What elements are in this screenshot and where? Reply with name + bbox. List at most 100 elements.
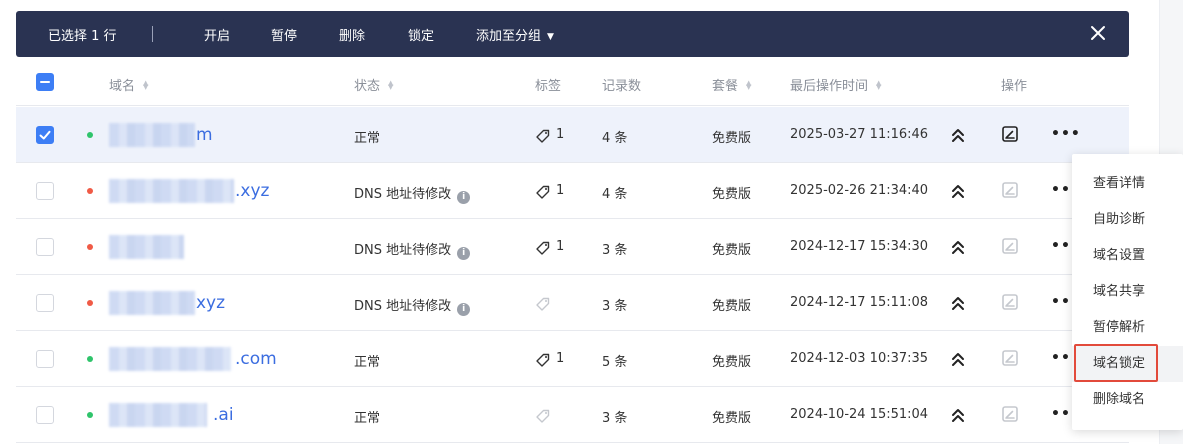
menu-item-pause-resolution[interactable]: 暂停解析 [1072, 310, 1183, 346]
domain-name-redacted[interactable] [109, 235, 184, 259]
more-icon[interactable]: ••• [1051, 125, 1080, 143]
header-status[interactable]: 状态 ▲ ▼ [354, 75, 393, 94]
edit-icon[interactable] [1001, 349, 1019, 367]
tag-icon[interactable] [535, 408, 551, 428]
info-icon[interactable]: i [457, 247, 471, 260]
table-row[interactable]: .com 正常 1 5 条 免费版 2024-12-03 10:37:35 ••• [16, 331, 1129, 387]
chevrons-up-icon[interactable] [950, 294, 966, 312]
record-count: 4 条 [602, 131, 628, 146]
tag-icon[interactable] [535, 296, 551, 316]
last-op-time: 2025-02-26 21:34:40 [790, 183, 929, 198]
table-header: 域名 ▲ ▼ 状态 ▲ ▼ 标签 记录数 套餐 ▲ ▼ 最后操作时间 ▲ ▼ 操作 [16, 58, 1129, 106]
last-op-time: 2025-03-27 11:16:46 [790, 127, 929, 142]
domain-name-redacted[interactable] [109, 123, 195, 147]
record-count: 3 条 [602, 299, 628, 314]
status-text: 正常 [354, 411, 381, 426]
sort-icon: ▲ ▼ [388, 79, 394, 91]
domain-name-redacted[interactable] [109, 291, 195, 315]
table-row[interactable]: DNS 地址待修改 i 1 3 条 免费版 2024-12-17 15:34:30 ••• [16, 219, 1129, 275]
domain-name-redacted[interactable] [109, 403, 207, 427]
header-tags: 标签 [535, 79, 562, 94]
edit-icon[interactable] [1001, 237, 1019, 255]
pause-button[interactable]: 暂停 [271, 25, 297, 44]
last-op-time: 2024-12-17 15:11:08 [790, 295, 929, 310]
status-cell: DNS 地址待修改 i [354, 183, 471, 204]
menu-item-domain-share[interactable]: 域名共享 [1072, 274, 1183, 310]
tag-icon[interactable] [535, 128, 551, 148]
more-icon[interactable]: ••• [1051, 405, 1080, 423]
delete-button[interactable]: 删除 [339, 25, 365, 44]
row-checkbox[interactable] [36, 406, 54, 424]
add-to-group-dropdown[interactable]: 添加至分组 ▼ [476, 25, 554, 44]
domain-suffix[interactable]: .xyz [235, 181, 269, 201]
tag-icon[interactable] [535, 352, 551, 372]
status-dot [87, 300, 93, 306]
more-icon[interactable]: ••• [1051, 181, 1080, 199]
more-icon[interactable]: ••• [1051, 349, 1080, 367]
domain-suffix[interactable]: m [196, 125, 213, 145]
edit-icon[interactable] [1001, 125, 1019, 143]
header-plan[interactable]: 套餐 ▲ ▼ [712, 75, 751, 94]
enable-button[interactable]: 开启 [204, 25, 230, 44]
last-op-time: 2024-12-17 15:34:30 [790, 239, 929, 254]
record-count: 5 条 [602, 355, 628, 370]
domain-name-redacted[interactable] [109, 347, 231, 371]
menu-item-domain-lock[interactable]: 域名锁定 [1072, 346, 1183, 382]
plan-cell: 免费版 [712, 243, 752, 258]
table-row[interactable]: m 正常 1 4 条 免费版 2025-03-27 11:16:46 ••• [16, 107, 1129, 163]
more-icon[interactable]: ••• [1051, 237, 1080, 255]
status-dot [87, 356, 93, 362]
edit-icon[interactable] [1001, 181, 1019, 199]
select-all-checkbox[interactable] [36, 73, 54, 91]
menu-item-self-diagnosis[interactable]: 自助诊断 [1072, 202, 1183, 238]
header-actions: 操作 [1001, 79, 1028, 94]
plan-cell: 免费版 [712, 187, 752, 202]
info-icon[interactable]: i [457, 191, 471, 204]
tag-count: 1 [556, 351, 565, 366]
last-op-time: 2024-12-03 10:37:35 [790, 351, 929, 366]
tag-icon[interactable] [535, 240, 551, 260]
table-row[interactable]: .xyz DNS 地址待修改 i 1 4 条 免费版 2025-02-26 21:34:40… [16, 163, 1129, 219]
chevrons-up-icon[interactable] [950, 238, 966, 256]
tag-icon[interactable] [535, 184, 551, 204]
domain-suffix[interactable]: .ai [213, 405, 234, 425]
menu-item-domain-settings[interactable]: 域名设置 [1072, 238, 1183, 274]
row-checkbox[interactable] [36, 294, 54, 312]
more-icon[interactable]: ••• [1051, 293, 1080, 311]
lock-button[interactable]: 锁定 [408, 25, 434, 44]
status-dot [87, 132, 93, 138]
info-icon[interactable]: i [457, 303, 471, 316]
menu-item-view-details[interactable]: 查看详情 [1072, 166, 1183, 202]
chevrons-up-icon[interactable] [950, 182, 966, 200]
chevrons-up-icon[interactable] [950, 406, 966, 424]
table-row[interactable]: xyz DNS 地址待修改 i 3 条 免费版 2024-12-17 15:11:08 ••… [16, 275, 1129, 331]
edit-icon[interactable] [1001, 293, 1019, 311]
add-to-group-label: 添加至分组 [476, 29, 542, 44]
status-cell: 正常 [354, 351, 380, 370]
sort-icon: ▲ ▼ [143, 79, 149, 91]
domain-suffix[interactable]: .com [235, 349, 277, 369]
chevrons-up-icon[interactable] [950, 350, 966, 368]
status-cell: DNS 地址待修改 i [354, 239, 471, 260]
table-row[interactable]: .ai 正常 3 条 免费版 2024-10-24 15:51:04 ••• [16, 387, 1129, 443]
domain-suffix[interactable]: xyz [196, 293, 225, 313]
close-icon[interactable] [1088, 23, 1108, 43]
edit-icon[interactable] [1001, 405, 1019, 423]
header-status-label: 状态 [354, 79, 381, 94]
row-checkbox[interactable] [36, 350, 54, 368]
row-checkbox[interactable] [36, 182, 54, 200]
header-last-op-label: 最后操作时间 [790, 79, 869, 94]
chevrons-up-icon[interactable] [950, 126, 966, 144]
header-domain[interactable]: 域名 ▲ ▼ [109, 75, 148, 94]
record-count: 3 条 [602, 411, 628, 426]
domain-name-redacted[interactable] [109, 179, 234, 203]
status-dot [87, 412, 93, 418]
header-last-op[interactable]: 最后操作时间 ▲ ▼ [790, 75, 881, 94]
record-count: 4 条 [602, 187, 628, 202]
menu-item-delete-domain[interactable]: 删除域名 [1072, 382, 1183, 418]
row-checkbox[interactable] [36, 126, 54, 144]
batch-action-bar: 已选择 1 行 开启 暂停 删除 锁定 添加至分组 ▼ [16, 11, 1129, 57]
row-checkbox[interactable] [36, 238, 54, 256]
plan-cell: 免费版 [712, 299, 752, 314]
status-text: 正常 [354, 131, 381, 146]
